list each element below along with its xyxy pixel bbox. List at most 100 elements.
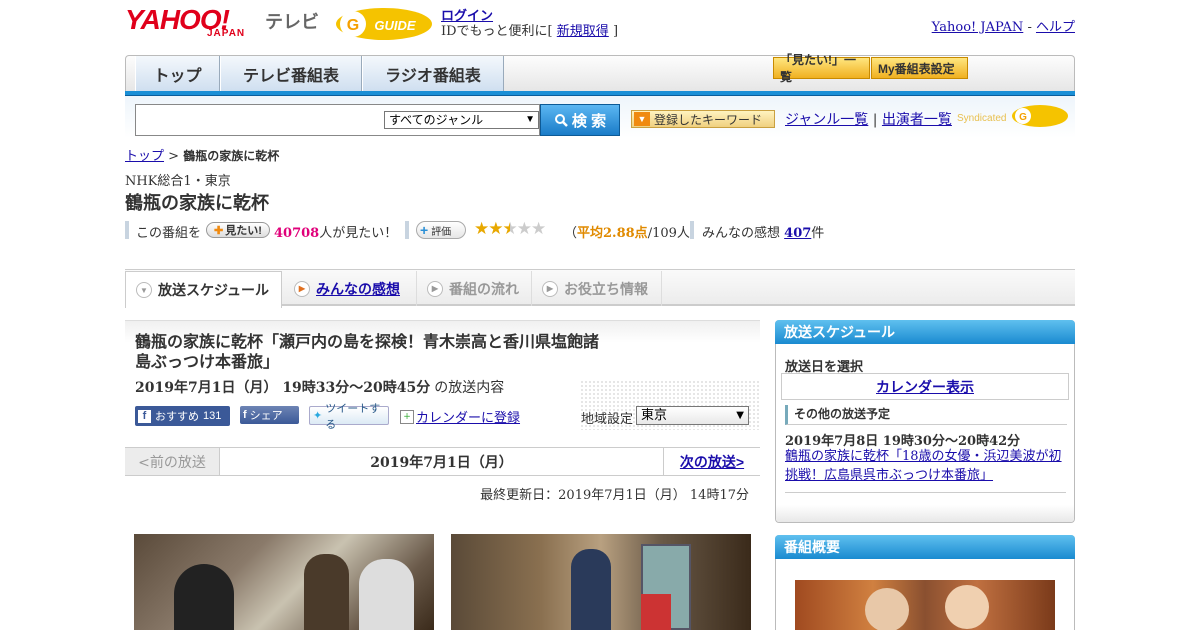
search-links: ジャンル一覧 | 出演者一覧 (785, 109, 952, 129)
yahoo-japan-logo-text: JAPAN (207, 28, 246, 39)
divider (785, 492, 1066, 493)
tweet-label: ツイートする (325, 402, 381, 431)
region-select[interactable]: 東京 ▼ (636, 406, 749, 425)
tweet-button[interactable]: ✦ ツイートする (309, 403, 389, 431)
rate-button[interactable]: + 評価 (416, 221, 466, 239)
nav-tab-top[interactable]: トップ (135, 56, 220, 91)
svg-text:G: G (347, 17, 359, 34)
schedule-panel-heading: 放送スケジュール (775, 320, 1075, 344)
facebook-share-button[interactable]: f シェア (240, 406, 299, 424)
tab-impressions-label: みんなの感想 (316, 280, 400, 297)
tab-program-flow: ▶ 番組の流れ (417, 271, 532, 306)
tab-program-flow-label: 番組の流れ (449, 280, 519, 297)
next-broadcast-label: 次の放送> (679, 453, 745, 470)
mitai-list-button[interactable]: 「見たい!」一覧 (773, 53, 870, 84)
search-button-label: 検 索 (571, 112, 607, 130)
my-schedule-button[interactable]: My番組表設定 (871, 57, 968, 79)
prev-broadcast: <前の放送 (125, 448, 220, 475)
svg-text:GUIDE: GUIDE (374, 18, 416, 33)
tab-schedule-label: 放送スケジュール (158, 282, 270, 298)
rating-stars: ★★★★★ (474, 219, 546, 239)
current-broadcast-date: 2019年7月1日（月） (370, 454, 513, 471)
genre-select[interactable]: すべてのジャンル ▼ (384, 111, 539, 129)
last-updated: 最終更新日：2019年7月1日（月） 14時17分 (480, 488, 749, 503)
genre-list-link[interactable]: ジャンル一覧 (785, 112, 868, 128)
dropdown-arrow-icon: ▼ (736, 410, 744, 421)
tab-schedule[interactable]: ▼ 放送スケジュール (125, 271, 282, 308)
next-broadcast-link[interactable]: 次の放送> (663, 448, 760, 475)
tv-logo-text[interactable]: テレビ (265, 8, 319, 34)
help-link[interactable]: ヘルプ (1036, 20, 1075, 35)
episode-datetime-value: 2019年7月1日（月） 19時33分～20時45分 (135, 380, 431, 396)
other-broadcasts-heading: その他の放送予定 (785, 405, 1067, 425)
fb-recommend-count: 131 (203, 410, 222, 422)
breadcrumb: トップ > 鶴瓶の家族に乾杯 (125, 145, 279, 164)
episode-datetime-suffix: の放送内容 (434, 380, 505, 396)
fb-recommend-label: おすすめ (155, 411, 199, 423)
avg-score: 平均2.88点 (577, 226, 648, 241)
stat-separator (125, 221, 129, 239)
syndicated-g-guide-logo: Syndicated G (957, 105, 1068, 127)
breadcrumb-home[interactable]: トップ (125, 149, 164, 164)
plus-icon: ✚ (214, 224, 224, 237)
facebook-icon: f (243, 409, 247, 421)
facebook-icon: f (138, 409, 151, 423)
nav-tab-radio-schedule[interactable]: ラジオ番組表 (362, 56, 504, 91)
tab-impressions[interactable]: ▶ みんなの感想 (284, 271, 417, 306)
star-icon: ★ (474, 219, 489, 239)
breadcrumb-separator: > (168, 149, 180, 164)
calendar-register-link[interactable]: + カレンダーに登録 (400, 407, 520, 426)
mitai-count-group: 40708人が見たい！ (274, 222, 397, 241)
nav-tab-tv-schedule[interactable]: テレビ番組表 (220, 56, 362, 91)
impress-count-link[interactable]: 407 (784, 226, 811, 241)
header-links: Yahoo! JAPAN - ヘルプ (932, 16, 1075, 35)
calendar-add-icon: + (400, 409, 414, 424)
plus-icon: + (420, 222, 429, 238)
keyword-icon: ▼ (634, 112, 650, 126)
search-links-divider: | (872, 112, 878, 128)
mitai-button[interactable]: ✚ 見たい! (206, 222, 270, 238)
genre-select-value: すべてのジャンル (389, 113, 484, 127)
chevron-right-icon: ▶ (427, 280, 443, 297)
avg-count: /109人） (647, 226, 703, 241)
star-icon: ★ (531, 219, 546, 239)
stat-separator (405, 221, 409, 239)
login-prompt-text: IDでもっと便利に[ (441, 24, 553, 39)
mitai-count: 40708 (274, 226, 320, 241)
episode-photo (134, 534, 434, 630)
mitai-suffix: 人が見たい！ (319, 226, 398, 241)
other-broadcast-title: 鶴瓶の家族に乾杯「18歳の女優・浜辺美波が初挑戦！広島県呉市ぶっつけ本番旅」 (785, 449, 1062, 483)
channel-name: NHK総合1・東京 (125, 174, 231, 189)
mitai-prefix: この番組を (136, 226, 202, 241)
star-icon: ★ (488, 219, 503, 239)
schedule-panel-footer (776, 505, 1074, 522)
chevron-right-icon: ▶ (294, 280, 310, 297)
facebook-recommend-button[interactable]: f おすすめ 131 (135, 406, 230, 426)
register-link[interactable]: 新規取得 (557, 24, 609, 39)
registered-keyword-label: 登録したキーワード (654, 112, 763, 127)
region-select-value: 東京 (641, 408, 668, 423)
avg-open: （ (564, 226, 578, 241)
chevron-down-icon: ▼ (136, 282, 152, 298)
fb-share-label: シェア (249, 410, 283, 422)
login-prompt: IDでもっと便利に[ 新規取得 ] (441, 20, 618, 39)
episode-title: 鶴瓶の家族に乾杯「瀬戸内の島を探検！青木崇高と香川県塩飽諸島ぶっつけ本番旅」 (135, 334, 600, 371)
performer-list-link[interactable]: 出演者一覧 (882, 112, 952, 128)
yahoo-japan-link[interactable]: Yahoo! JAPAN (932, 20, 1024, 35)
tab-useful-info: ▶ お役立ち情報 (532, 271, 662, 306)
impress-unit: 件 (811, 226, 825, 241)
search-button[interactable]: 検 索 (540, 104, 620, 136)
calendar-view-button[interactable]: カレンダー表示 (781, 373, 1069, 400)
calendar-view-label: カレンダー表示 (876, 378, 974, 395)
chevron-right-icon: ▶ (542, 280, 558, 297)
episode-photo (451, 534, 751, 630)
header-dash: - (1027, 20, 1032, 35)
registered-keyword-button[interactable]: ▼ 登録したキーワード (631, 110, 775, 128)
svg-text:G: G (1019, 112, 1027, 123)
tab-useful-info-label: お役立ち情報 (564, 280, 648, 297)
dropdown-arrow-icon: ▼ (525, 114, 535, 125)
calendar-register-label: カレンダーに登録 (416, 411, 521, 426)
star-icon: ★ (516, 219, 532, 239)
other-broadcast-link[interactable]: 鶴瓶の家族に乾杯「18歳の女優・浜辺美波が初挑戦！広島県呉市ぶっつけ本番旅」 (785, 447, 1068, 485)
syndicated-label: Syndicated (957, 113, 1006, 124)
